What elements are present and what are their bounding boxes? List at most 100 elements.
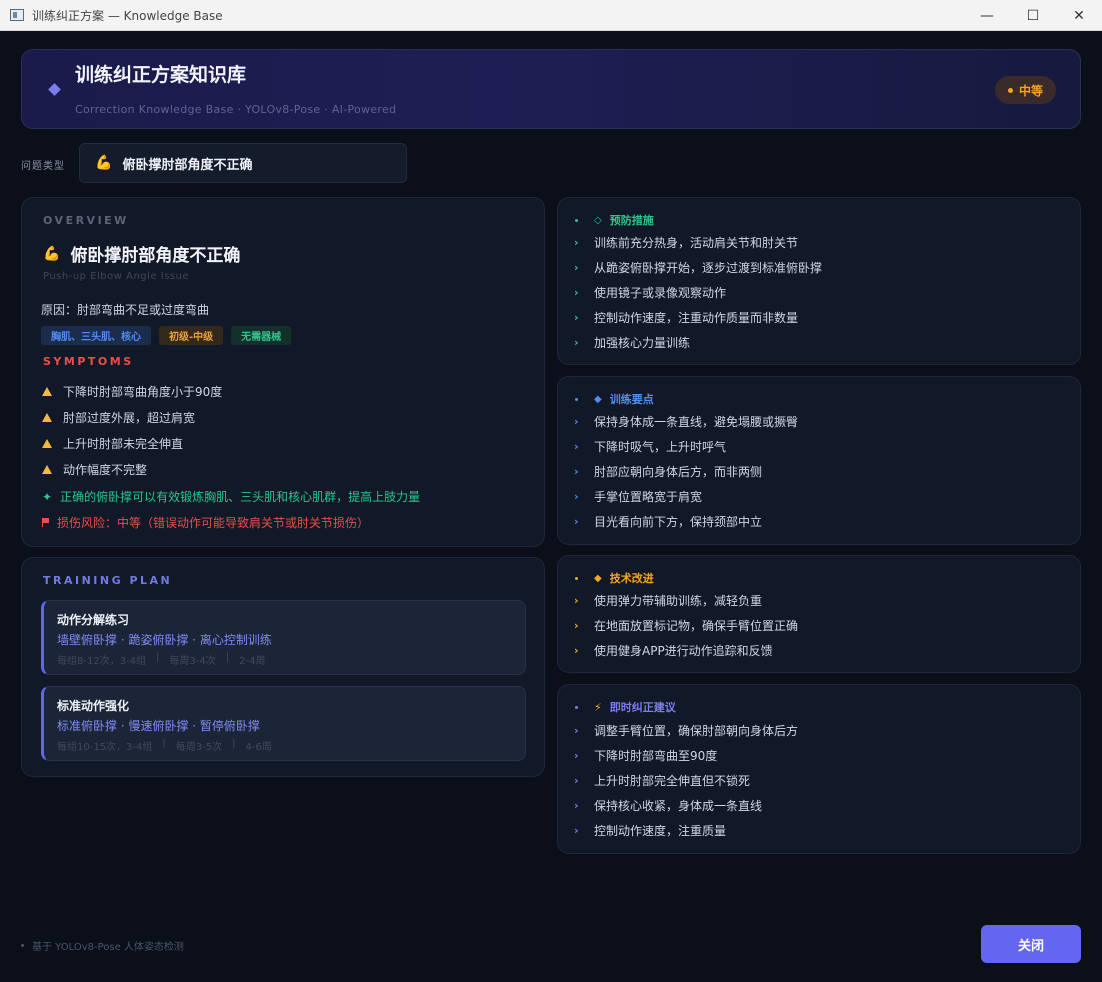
list-item: › 训练前充分热身，活动肩关节和肘关节	[574, 230, 822, 255]
list-item-text: 调整手臂位置，确保肘部朝向身体后方	[594, 724, 799, 738]
sparkle-icon: ✦	[42, 489, 53, 504]
benefit-text: ✦ 正确的俯卧撑可以有效锻炼胸肌、三头肌和核心肌群，提高上肢力量	[42, 488, 420, 505]
list-item: › 加强核心力量训练	[574, 330, 822, 355]
flag-icon	[42, 518, 49, 527]
list-item: › 控制动作速度，注重动作质量而非数量	[574, 305, 822, 330]
key-points-card: ◆ 训练要点 › 保持身体成一条直线，避免塌腰或撅臀 › 下降时吸气，上升时呼气 ›…	[557, 376, 1081, 545]
warning-icon	[42, 438, 52, 448]
footer-note: 基于 YOLOv8-Pose 人体姿态检测	[21, 938, 184, 953]
chevron-right-icon: ›	[574, 286, 579, 299]
list-item-text: 加强核心力量训练	[594, 336, 691, 350]
risk-text: 损伤风险：中等（错误动作可能导致肩关节或肘关节损伤）	[42, 514, 369, 531]
list-item-text: 控制动作速度，注重质量	[594, 824, 727, 838]
chevron-right-icon: ›	[574, 799, 579, 812]
prevention-list: › 训练前充分热身，活动肩关节和肘关节 › 从跪姿俯卧撑开始，逐步过渡到标准俯卧撑 …	[574, 230, 822, 355]
symptom-text: 上升时肘部未完全伸直	[63, 436, 184, 451]
list-item: › 下降时吸气，上升时呼气	[574, 434, 798, 459]
list-item-text: 使用镜子或录像观察动作	[594, 286, 727, 300]
key-points-list: › 保持身体成一条直线，避免塌腰或撅臀 › 下降时吸气，上升时呼气 › 肘部应朝向身体…	[574, 409, 798, 534]
prevention-title: 预防措施	[609, 214, 654, 227]
chevron-right-icon: ›	[574, 515, 579, 528]
training-plan-card: TRAINING PLAN 动作分解练习 墙壁俯卧撑 · 跪姿俯卧撑 · 离心控…	[21, 557, 545, 777]
bullet-icon	[575, 218, 578, 222]
list-item-text: 下降时肘部弯曲至90度	[594, 749, 718, 763]
plan-item-duration: 2-4周	[239, 656, 266, 667]
overview-title: 💪 俯卧撑肘部角度不正确	[43, 241, 241, 267]
list-item: › 手掌位置略宽于肩宽	[574, 484, 798, 509]
separator: |	[162, 738, 166, 749]
list-item: 下降时肘部弯曲角度小于90度	[42, 378, 222, 404]
tag-level: 初级-中级	[159, 326, 224, 345]
title-bar: 训练纠正方案 — Knowledge Base — ☐ ✕	[0, 0, 1102, 31]
symptoms-list: 下降时肘部弯曲角度小于90度 肘部过度外展，超过肩宽 上升时肘部未完全伸直 动作…	[42, 378, 222, 482]
list-item-text: 肘部应朝向身体后方，而非两侧	[594, 465, 763, 479]
list-item-text: 保持身体成一条直线，避免塌腰或撅臀	[594, 415, 799, 429]
plan-item-frequency: 每周3-4次	[169, 656, 216, 667]
overview-title-text: 俯卧撑肘部角度不正确	[70, 246, 241, 266]
symptom-text: 动作幅度不完整	[63, 462, 148, 477]
close-window-button[interactable]: ✕	[1056, 0, 1102, 31]
page-title: 训练纠正方案知识库	[75, 64, 247, 86]
chevron-right-icon: ›	[574, 749, 579, 762]
tag-list: 胸肌、三头肌、核心 初级-中级 无需器械	[41, 326, 292, 345]
key-points-title: 训练要点	[609, 393, 654, 406]
list-item-text: 从跪姿俯卧撑开始，逐步过渡到标准俯卧撑	[594, 261, 823, 275]
bullet-icon	[575, 576, 578, 580]
chevron-right-icon: ›	[574, 824, 579, 837]
plan-item-reps: 每组8-12次，3-4组	[57, 656, 147, 667]
list-item-text: 训练前充分热身，活动肩关节和肘关节	[594, 236, 799, 250]
maximize-button[interactable]: ☐	[1010, 0, 1056, 31]
dot-icon	[1007, 87, 1013, 93]
list-item: › 在地面放置标记物，确保手臂位置正确	[574, 613, 798, 638]
chevron-right-icon: ›	[574, 415, 579, 428]
bullet-icon	[575, 705, 578, 709]
flexed-arm-icon: 💪	[43, 245, 61, 262]
symptom-text: 下降时肘部弯曲角度小于90度	[63, 384, 223, 399]
list-item-text: 手掌位置略宽于肩宽	[594, 490, 703, 504]
tag-muscles: 胸肌、三头肌、核心	[41, 326, 151, 345]
chevron-right-icon: ›	[574, 465, 579, 478]
diamond-icon	[48, 83, 61, 96]
list-item: › 使用镜子或录像观察动作	[574, 280, 822, 305]
plan-item[interactable]: 动作分解练习 墙壁俯卧撑 · 跪姿俯卧撑 · 离心控制训练 每组8-12次，3-…	[41, 600, 526, 675]
severity-badge-label: 中等	[1018, 83, 1043, 98]
footer-note-text: 基于 YOLOv8-Pose 人体姿态检测	[32, 942, 184, 953]
minimize-button[interactable]: —	[964, 0, 1010, 31]
cause-text: 原因：肘部弯曲不足或过度弯曲	[41, 303, 210, 317]
separator: |	[232, 738, 236, 749]
list-item-text: 目光看向前下方，保持颈部中立	[594, 515, 763, 529]
warning-icon	[42, 464, 52, 474]
list-item: › 控制动作速度，注重质量	[574, 818, 798, 843]
chevron-right-icon: ›	[574, 261, 579, 274]
tag-equipment: 无需器械	[231, 326, 292, 345]
instant-correction-card: ⚡ 即时纠正建议 › 调整手臂位置，确保肘部朝向身体后方 › 下降时肘部弯曲至90度…	[557, 684, 1081, 854]
header-banner: 训练纠正方案知识库 Correction Knowledge Base · YO…	[21, 49, 1081, 129]
chevron-right-icon: ›	[574, 236, 579, 249]
overview-card: OVERVIEW 💪 俯卧撑肘部角度不正确 Push-up Elbow Angl…	[21, 197, 545, 547]
plan-item[interactable]: 标准动作强化 标准俯卧撑 · 慢速俯卧撑 · 暂停俯卧撑 每组10-15次，3-…	[41, 686, 526, 761]
plan-item-meta: 每组10-15次，3-4组 | 每周3-5次 | 4-6周	[57, 738, 272, 753]
chevron-right-icon: ›	[574, 336, 579, 349]
list-item: › 目光看向前下方，保持颈部中立	[574, 509, 798, 534]
app-icon	[10, 9, 24, 21]
list-item: › 使用弹力带辅助训练，减轻负重	[574, 588, 798, 613]
list-item: › 保持核心收紧，身体成一条直线	[574, 793, 798, 818]
technique-header: ◆ 技术改进	[575, 570, 654, 586]
technique-card: ◆ 技术改进 › 使用弹力带辅助训练，减轻负重 › 在地面放置标记物，确保手臂位置正…	[557, 555, 1081, 673]
plan-item-exercises: 标准俯卧撑 · 慢速俯卧撑 · 暂停俯卧撑	[57, 719, 260, 733]
list-item-text: 下降时吸气，上升时呼气	[594, 440, 727, 454]
chevron-right-icon: ›	[574, 644, 579, 657]
diamond-icon: ◆	[594, 393, 602, 405]
list-item-text: 控制动作速度，注重动作质量而非数量	[594, 311, 799, 325]
list-item: › 从跪姿俯卧撑开始，逐步过渡到标准俯卧撑	[574, 255, 822, 280]
instant-correction-list: › 调整手臂位置，确保肘部朝向身体后方 › 下降时肘部弯曲至90度 › 上升时肘部完全…	[574, 718, 798, 843]
list-item-text: 使用弹力带辅助训练，减轻负重	[594, 594, 763, 608]
dot-icon	[21, 944, 24, 947]
chevron-right-icon: ›	[574, 311, 579, 324]
problem-type-select[interactable]: 💪 俯卧撑肘部角度不正确	[79, 143, 407, 183]
overview-subtitle: Push-up Elbow Angle Issue	[43, 271, 190, 282]
close-button[interactable]: 关闭	[981, 925, 1081, 963]
chevron-right-icon: ›	[574, 619, 579, 632]
chevron-right-icon: ›	[574, 440, 579, 453]
list-item-text: 使用健身APP进行动作追踪和反馈	[594, 644, 773, 658]
